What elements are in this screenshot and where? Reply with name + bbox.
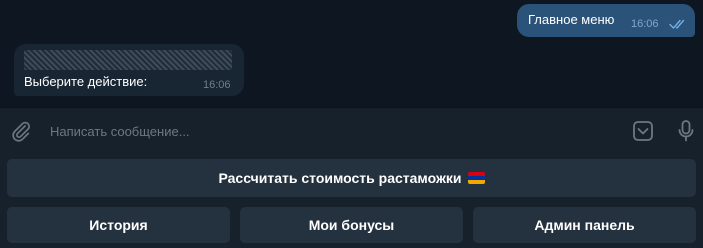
mic-icon[interactable] xyxy=(677,119,695,143)
outgoing-message-text: Главное меню xyxy=(528,12,615,27)
incoming-message-text: Выберите действие: xyxy=(24,74,148,89)
sticker-icon[interactable] xyxy=(632,120,654,142)
outgoing-message-time: 16:06 xyxy=(631,18,659,30)
admin-panel-label: Админ панель xyxy=(534,217,635,233)
outgoing-message[interactable]: Главное меню 16:06 xyxy=(517,4,695,37)
admin-panel-button[interactable]: Админ панель xyxy=(473,207,696,243)
calculate-customs-label: Рассчитать стоимость растаможки xyxy=(218,170,462,186)
reply-keyboard: Рассчитать стоимость растаможки История … xyxy=(0,152,703,248)
history-label: История xyxy=(89,217,148,233)
message-composer xyxy=(0,107,703,152)
attach-icon[interactable] xyxy=(10,120,32,142)
chat-area: Главное меню 16:06 Выберите действие: 16… xyxy=(0,0,703,107)
incoming-message[interactable]: Выберите действие: 16:06 xyxy=(14,44,244,96)
history-button[interactable]: История xyxy=(7,207,230,243)
double-check-icon xyxy=(669,19,685,29)
incoming-message-time: 16:06 xyxy=(203,79,231,91)
my-bonuses-button[interactable]: Мои бонусы xyxy=(240,207,463,243)
message-input[interactable] xyxy=(50,122,610,140)
redacted-text xyxy=(24,50,232,70)
my-bonuses-label: Мои бонусы xyxy=(308,217,395,233)
calculate-customs-button[interactable]: Рассчитать стоимость растаможки xyxy=(7,159,696,197)
armenia-flag-icon xyxy=(467,172,485,184)
